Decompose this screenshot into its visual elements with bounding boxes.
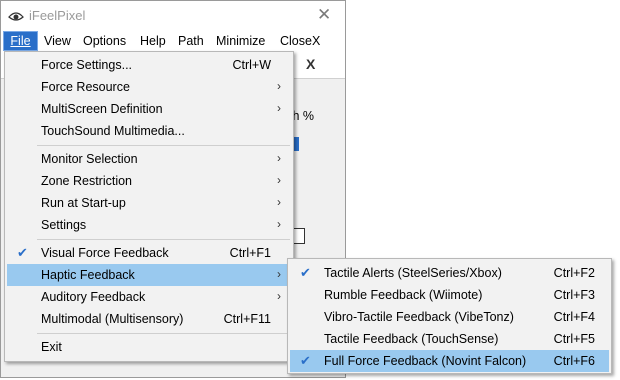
item-label: Zone Restriction xyxy=(41,174,133,188)
item-label: Multimodal (Multisensory) xyxy=(41,312,184,326)
item-label: Monitor Selection xyxy=(41,152,138,166)
checkmark-icon: ✔ xyxy=(17,245,28,260)
submenu-arrow-icon: › xyxy=(277,79,281,93)
item-label: Force Resource xyxy=(41,80,130,94)
menu-separator xyxy=(37,239,290,240)
menu-minimize[interactable]: Minimize xyxy=(216,34,265,48)
item-label: Exit xyxy=(41,340,62,354)
haptic-feedback-submenu: ✔ Tactile Alerts (SteelSeries/Xbox) Ctrl… xyxy=(287,258,612,374)
menu-help[interactable]: Help xyxy=(140,34,166,48)
menu-item-monitor-selection[interactable]: Monitor Selection › xyxy=(7,148,291,170)
checkmark-icon: ✔ xyxy=(300,353,311,368)
item-label: Full Force Feedback (Novint Falcon) xyxy=(324,354,527,368)
menu-item-auditory-feedback[interactable]: Auditory Feedback › xyxy=(7,286,291,308)
menu-item-touchsound-multimedia[interactable]: TouchSound Multimedia... xyxy=(7,120,291,142)
item-shortcut: Ctrl+W xyxy=(232,58,271,72)
item-label: Vibro-Tactile Feedback (VibeTonz) xyxy=(324,310,514,324)
item-shortcut: Ctrl+F5 xyxy=(553,332,595,346)
menu-item-multimodal[interactable]: Multimodal (Multisensory) Ctrl+F11 xyxy=(7,308,291,330)
submenu-arrow-icon: › xyxy=(277,289,281,303)
menu-item-exit[interactable]: Exit xyxy=(7,336,291,358)
menu-item-force-resource[interactable]: Force Resource › xyxy=(7,76,291,98)
submenu-item-rumble-feedback[interactable]: Rumble Feedback (Wiimote) Ctrl+F3 xyxy=(290,284,609,306)
submenu-arrow-icon: › xyxy=(277,195,281,209)
submenu-arrow-icon: › xyxy=(277,151,281,165)
menu-item-zone-restriction[interactable]: Zone Restriction › xyxy=(7,170,291,192)
item-label: Haptic Feedback xyxy=(41,268,135,282)
eye-icon xyxy=(8,12,24,21)
item-shortcut: Ctrl+F3 xyxy=(553,288,595,302)
menu-view[interactable]: View xyxy=(44,34,71,48)
item-label: Settings xyxy=(41,218,87,232)
item-label: Force Settings... xyxy=(41,58,133,72)
submenu-arrow-icon: › xyxy=(277,267,281,281)
menu-item-force-settings[interactable]: Force Settings... Ctrl+W xyxy=(7,54,291,76)
submenu-arrow-icon: › xyxy=(277,101,281,115)
menu-item-haptic-feedback[interactable]: Haptic Feedback › xyxy=(7,264,291,286)
menu-item-multiscreen-definition[interactable]: MultiScreen Definition › xyxy=(7,98,291,120)
item-label: Rumble Feedback (Wiimote) xyxy=(324,288,483,302)
close-window-button[interactable]: ✕ xyxy=(317,5,331,25)
submenu-arrow-icon: › xyxy=(277,217,281,231)
menu-item-settings[interactable]: Settings › xyxy=(7,214,291,236)
item-label: Run at Start-up xyxy=(41,196,126,210)
submenu-item-tactile-alerts[interactable]: ✔ Tactile Alerts (SteelSeries/Xbox) Ctrl… xyxy=(290,262,609,284)
panel-box xyxy=(293,228,305,244)
item-shortcut: Ctrl+F4 xyxy=(553,310,595,324)
menu-item-visual-force-feedback[interactable]: ✔ Visual Force Feedback Ctrl+F1 xyxy=(7,242,291,264)
item-shortcut: Ctrl+F1 xyxy=(229,246,271,260)
menu-file[interactable]: File xyxy=(3,31,38,51)
menu-closex[interactable]: CloseX xyxy=(280,34,320,48)
menu-path[interactable]: Path xyxy=(178,34,204,48)
item-label: Auditory Feedback xyxy=(41,290,146,304)
window-title: iFeelPixel xyxy=(29,8,86,23)
item-shortcut: Ctrl+F2 xyxy=(553,266,595,280)
item-label: TouchSound Multimedia... xyxy=(41,124,185,138)
menu-separator xyxy=(37,145,290,146)
submenu-item-tactile-feedback[interactable]: Tactile Feedback (TouchSense) Ctrl+F5 xyxy=(290,328,609,350)
item-label: Tactile Feedback (TouchSense) xyxy=(324,332,499,346)
item-label: Visual Force Feedback xyxy=(41,246,169,260)
item-label: MultiScreen Definition xyxy=(41,102,163,116)
submenu-arrow-icon: › xyxy=(277,173,281,187)
menu-item-run-at-startup[interactable]: Run at Start-up › xyxy=(7,192,291,214)
submenu-item-full-force-feedback[interactable]: ✔ Full Force Feedback (Novint Falcon) Ct… xyxy=(290,350,609,372)
menu-file-label: File xyxy=(10,34,31,48)
menu-bar: File View Options Help Path Minimize Clo… xyxy=(1,31,345,52)
checkmark-icon: ✔ xyxy=(300,265,311,280)
title-bar: iFeelPixel ✕ xyxy=(1,1,345,31)
item-shortcut: Ctrl+F11 xyxy=(223,312,271,326)
submenu-item-vibro-tactile-feedback[interactable]: Vibro-Tactile Feedback (VibeTonz) Ctrl+F… xyxy=(290,306,609,328)
menu-separator xyxy=(37,333,290,334)
item-label: Tactile Alerts (SteelSeries/Xbox) xyxy=(324,266,502,280)
file-menu-dropdown: Force Settings... Ctrl+W Force Resource … xyxy=(4,51,294,362)
menu-options[interactable]: Options xyxy=(83,34,126,48)
toolbar-x-icon[interactable]: X xyxy=(306,56,315,72)
item-shortcut: Ctrl+F6 xyxy=(553,354,595,368)
